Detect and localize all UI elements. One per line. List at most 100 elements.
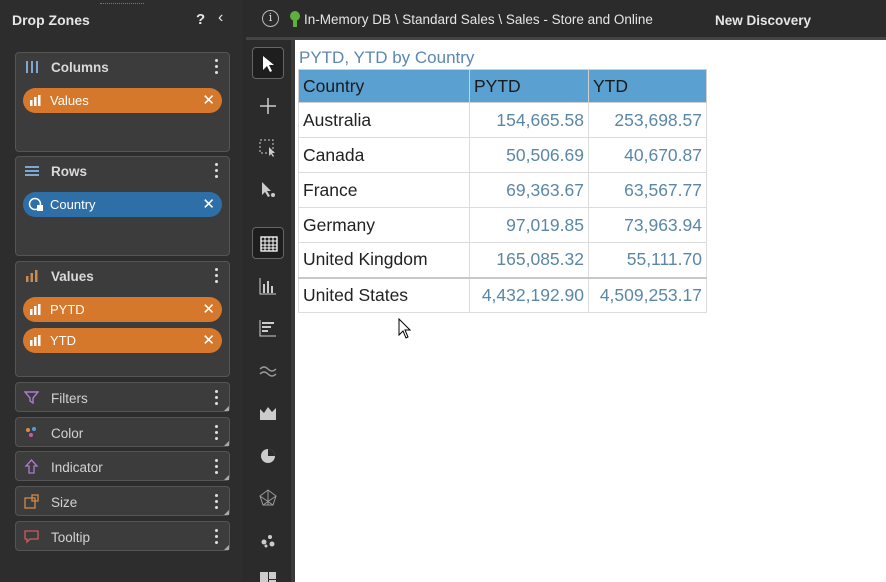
discovery-topbar: i In-Memory DB \ Standard Sales \ Sales … [246, 0, 886, 40]
columns-values-pill[interactable]: Values ✕ [23, 88, 222, 113]
data-grid[interactable]: Country PYTD YTD Australia 154,665.58 25… [298, 69, 707, 313]
scatter-chart-tool[interactable] [252, 524, 284, 556]
color-zone[interactable]: Color [15, 417, 230, 447]
values-ytd-pill[interactable]: YTD ✕ [23, 328, 222, 353]
pytd-cell[interactable]: 165,085.32 [469, 242, 589, 278]
help-button[interactable]: ? [196, 11, 205, 28]
data-source-path[interactable]: In-Memory DB \ Standard Sales \ Sales - … [304, 12, 653, 27]
column-header-ytd[interactable]: YTD [588, 69, 707, 103]
pytd-cell[interactable]: 4,432,192.90 [469, 276, 589, 313]
values-zone-header: Values [16, 262, 229, 290]
expand-corner-icon [224, 510, 229, 515]
tooltip-menu-icon[interactable] [215, 527, 219, 547]
pill-label: PYTD [50, 302, 85, 317]
rows-country-pill[interactable]: Country ✕ [23, 192, 222, 217]
treemap-tool[interactable] [252, 564, 284, 582]
line-chart-icon [259, 366, 277, 377]
indicator-zone[interactable]: Indicator [15, 451, 230, 481]
bar-chart-tool[interactable] [252, 312, 284, 344]
ytd-cell[interactable]: 253,698.57 [588, 102, 707, 138]
column-chart-tool[interactable] [252, 270, 284, 302]
lasso-select-icon [259, 139, 275, 157]
values-pytd-pill[interactable]: PYTD ✕ [23, 297, 222, 322]
table-row[interactable]: United Kingdom 165,085.32 55,111.70 [298, 242, 707, 278]
lasso-tool[interactable] [252, 132, 284, 164]
tooltip-label: Tooltip [51, 530, 91, 545]
expand-corner-icon [224, 475, 229, 480]
expand-corner-icon [224, 545, 229, 550]
line-chart-tool[interactable] [252, 355, 284, 387]
rows-menu-icon[interactable] [215, 161, 219, 181]
table-row[interactable]: Australia 154,665.58 253,698.57 [298, 102, 707, 138]
indicator-menu-icon[interactable] [215, 457, 219, 477]
columns-zone[interactable]: Columns Values ✕ [15, 52, 230, 152]
pytd-cell[interactable]: 154,665.58 [469, 102, 589, 138]
country-cell[interactable]: Australia [298, 102, 470, 138]
indicator-icon [24, 459, 39, 474]
ytd-cell[interactable]: 63,567.77 [588, 172, 707, 208]
app-window: Drop Zones ? ‹ Columns Values ✕ Rows Cou… [0, 0, 886, 582]
size-zone[interactable]: Size [15, 486, 230, 516]
ytd-cell[interactable]: 55,111.70 [588, 242, 707, 278]
size-icon [24, 494, 39, 509]
crosshair-icon [260, 98, 276, 114]
scatter-chart-icon [261, 535, 275, 548]
bar-chart-icon [259, 320, 276, 337]
column-header-country[interactable]: Country [298, 69, 470, 103]
columns-icon [26, 61, 38, 73]
pie-chart-tool[interactable] [252, 440, 284, 472]
column-header-pytd[interactable]: PYTD [469, 69, 589, 103]
country-cell[interactable]: United Kingdom [298, 242, 470, 278]
color-label: Color [51, 426, 84, 441]
pytd-cell[interactable]: 50,506.69 [469, 137, 589, 173]
table-row[interactable]: Canada 50,506.69 40,670.87 [298, 137, 707, 173]
remove-icon[interactable]: ✕ [202, 91, 215, 109]
table-row[interactable]: Germany 97,019.85 73,963.94 [298, 207, 707, 243]
grid-visual-tool[interactable] [252, 227, 284, 259]
ytd-cell[interactable]: 73,963.94 [588, 207, 707, 243]
pytd-cell[interactable]: 69,363.67 [469, 172, 589, 208]
visual-title[interactable]: PYTD, YTD by Country [299, 48, 474, 68]
remove-icon[interactable]: ✕ [202, 195, 215, 213]
rows-zone-label: Rows [51, 164, 88, 179]
color-menu-icon[interactable] [215, 423, 219, 443]
rows-zone[interactable]: Rows Country ✕ [15, 156, 230, 256]
remove-icon[interactable]: ✕ [202, 300, 215, 318]
discovery-title[interactable]: New Discovery [715, 13, 811, 28]
ytd-cell[interactable]: 40,670.87 [588, 137, 707, 173]
values-zone[interactable]: Values PYTD ✕ YTD ✕ [15, 261, 230, 377]
collapse-panel-button[interactable]: ‹ [218, 9, 223, 27]
panel-grip[interactable] [100, 3, 144, 5]
select-tool[interactable] [252, 47, 284, 79]
drill-tool[interactable] [252, 174, 284, 206]
pill-label: YTD [50, 333, 76, 348]
country-cell[interactable]: Canada [298, 137, 470, 173]
columns-menu-icon[interactable] [215, 57, 219, 77]
radar-chart-tool[interactable] [252, 482, 284, 514]
info-icon[interactable]: i [262, 10, 279, 27]
country-cell[interactable]: Germany [298, 207, 470, 243]
table-row[interactable]: United States 4,432,192.90 4,509,253.17 [298, 276, 707, 313]
values-icon [26, 270, 38, 282]
table-row[interactable]: France 69,363.67 63,567.77 [298, 172, 707, 208]
pill-label: Country [50, 197, 96, 212]
rows-zone-header: Rows [16, 157, 229, 185]
size-menu-icon[interactable] [215, 492, 219, 512]
pie-chart-icon [261, 449, 275, 463]
remove-icon[interactable]: ✕ [202, 331, 215, 349]
bar-chart-icon [30, 304, 41, 315]
country-cell[interactable]: France [298, 172, 470, 208]
database-icon [290, 11, 300, 27]
values-menu-icon[interactable] [215, 266, 219, 286]
ytd-cell[interactable]: 4,509,253.17 [588, 276, 707, 313]
area-chart-icon [260, 407, 276, 420]
country-cell[interactable]: United States [298, 276, 470, 313]
filters-zone[interactable]: Filters [15, 382, 230, 412]
tooltip-zone[interactable]: Tooltip [15, 521, 230, 551]
crosshair-tool[interactable] [252, 90, 284, 122]
visual-canvas[interactable]: PYTD, YTD by Country Country PYTD YTD Au… [295, 40, 886, 582]
pytd-cell[interactable]: 97,019.85 [469, 207, 589, 243]
radar-chart-icon [259, 489, 277, 506]
area-chart-tool[interactable] [252, 397, 284, 429]
filters-menu-icon[interactable] [215, 388, 219, 408]
